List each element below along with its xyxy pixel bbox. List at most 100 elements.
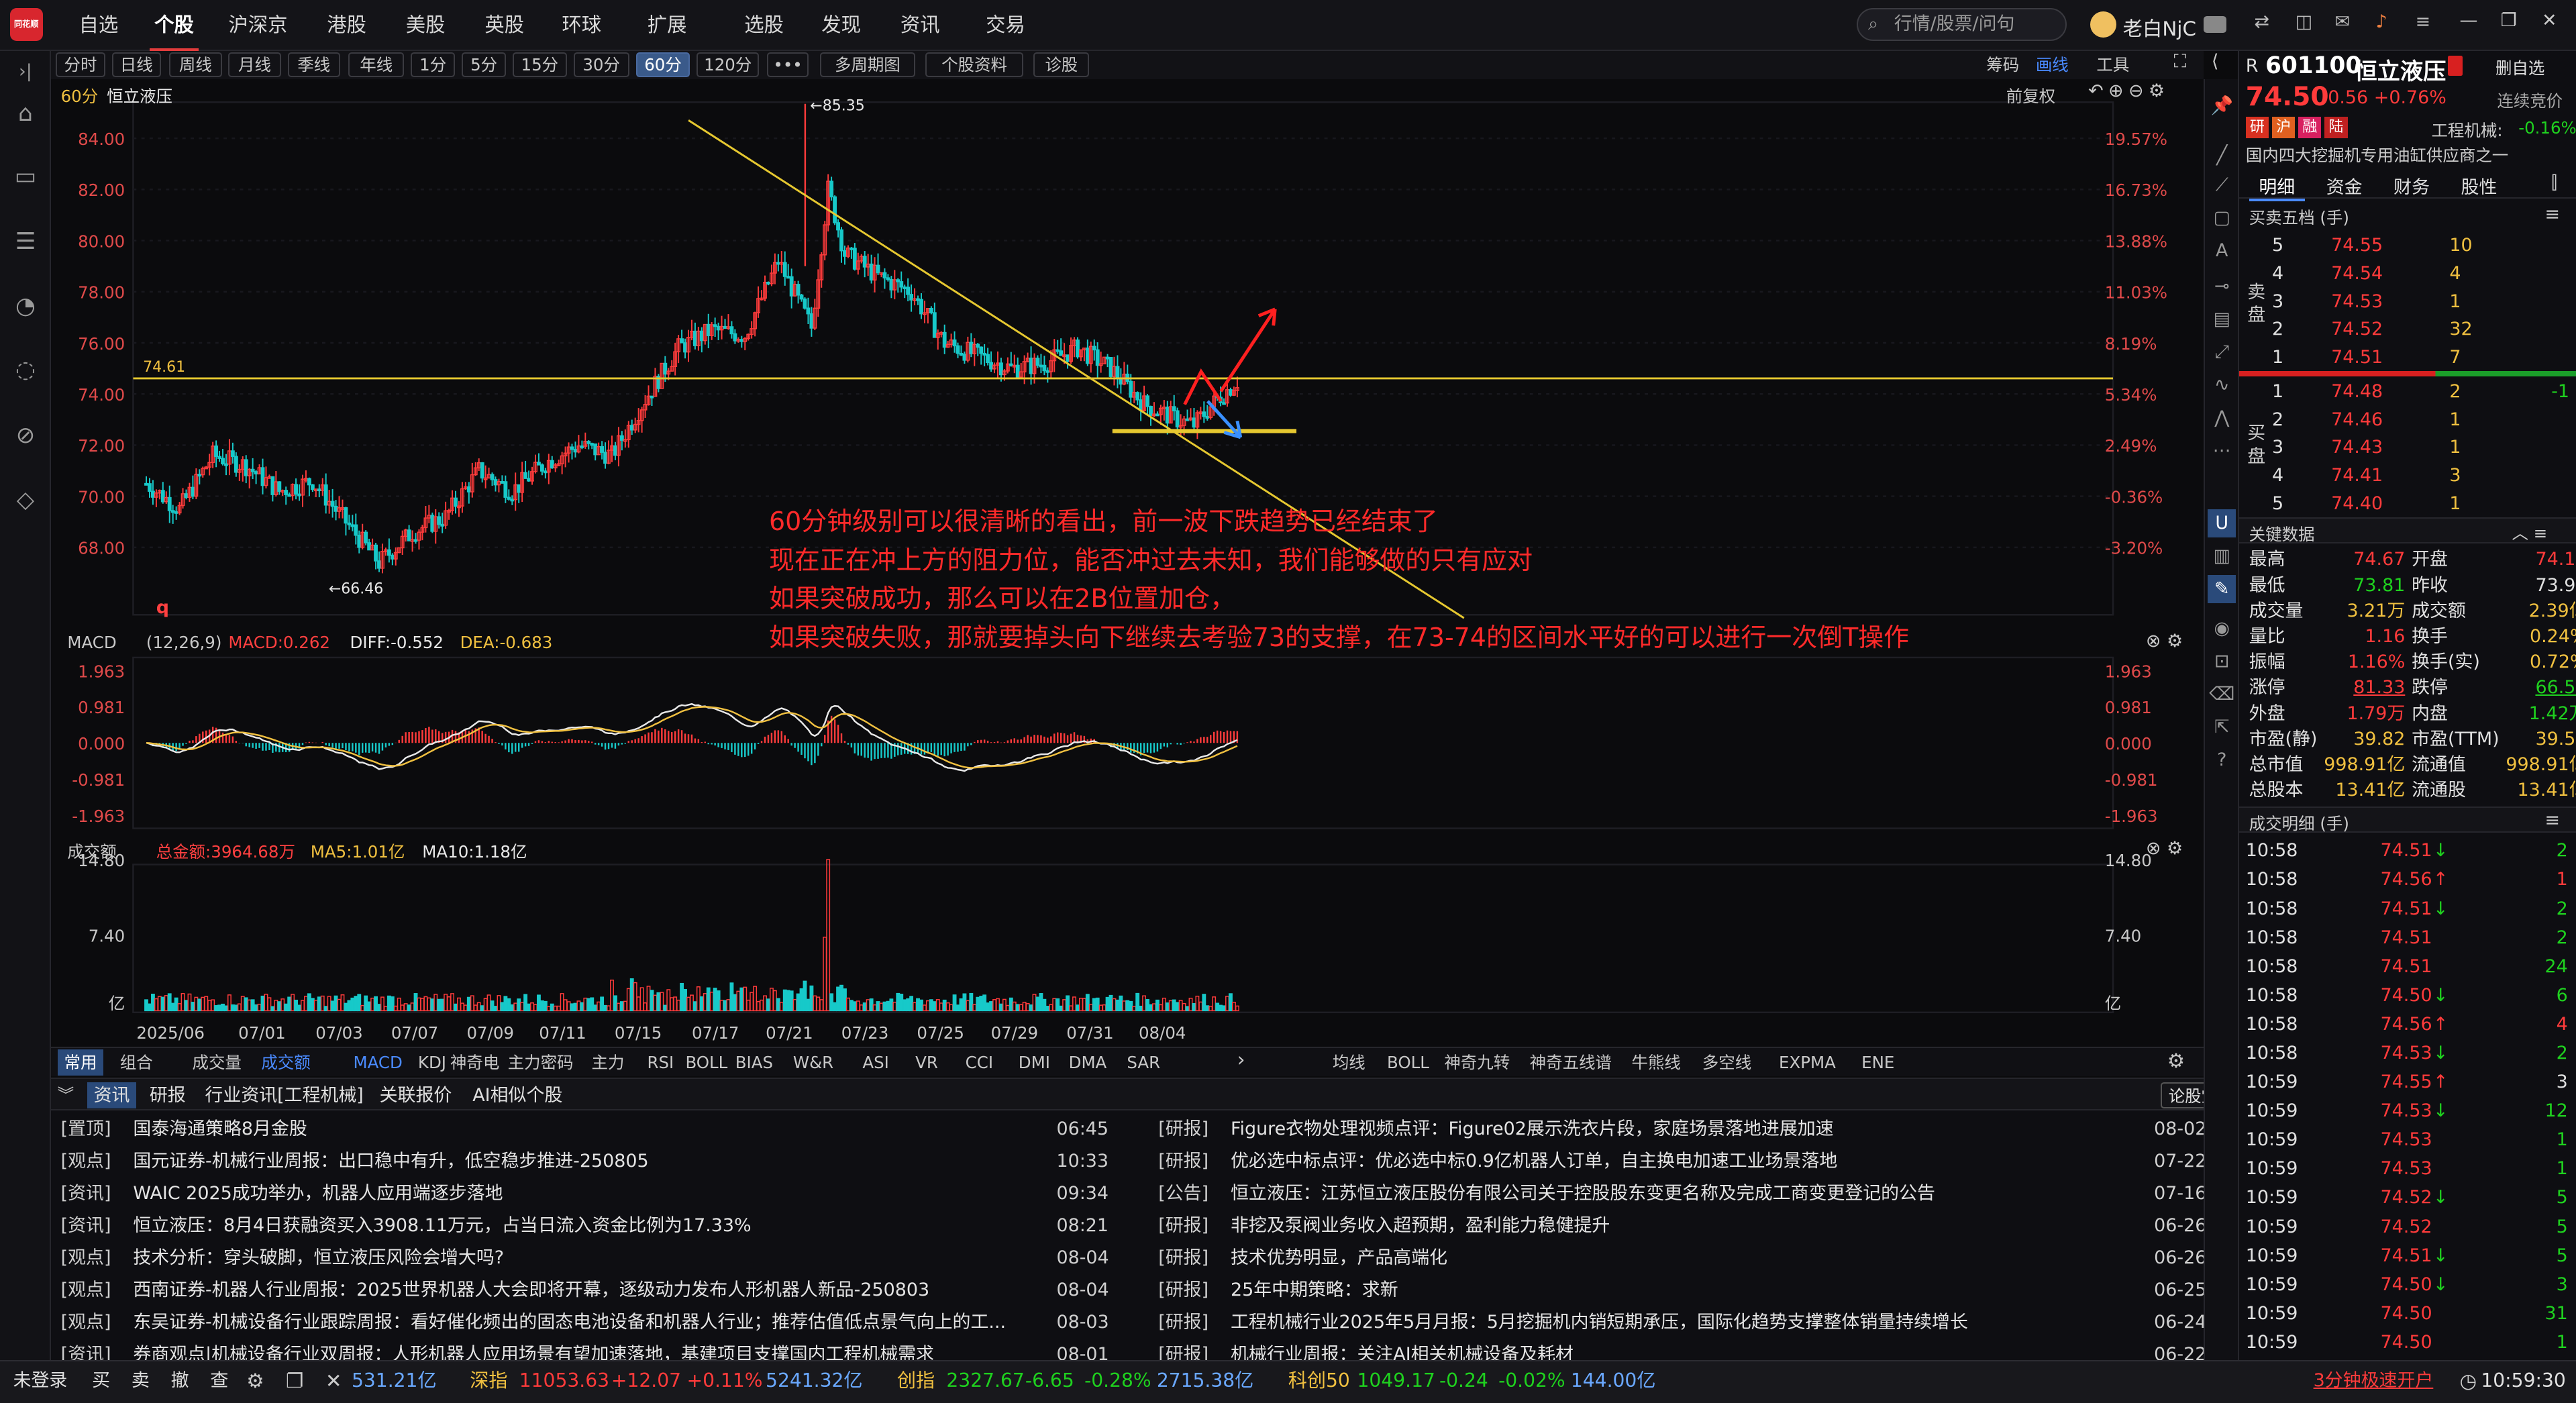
news-title[interactable]: 25年中期策略：求新 [1231, 1275, 2151, 1306]
period-3[interactable]: 月线 [228, 52, 281, 78]
quote-tag[interactable]: 陆 [2324, 116, 2348, 138]
ask-row[interactable]: 4 74.54 4 [2272, 260, 2575, 288]
nav-10[interactable]: 资讯 [895, 0, 944, 51]
quote-tab-0[interactable]: 明细 [2249, 172, 2305, 202]
adjust-button[interactable]: 前复权 [2006, 84, 2055, 107]
news-title[interactable]: 恒立液压：江苏恒立液压股份有限公司关于控股股东变更名称及完成工商变更登记的公告 [1231, 1178, 2151, 1210]
ask-row[interactable]: 2 74.52 32 [2272, 315, 2575, 344]
layers-icon[interactable]: ▥ [2208, 542, 2236, 570]
nav-6[interactable]: 环球 [557, 0, 606, 51]
overlay-tab-5[interactable]: 多空线 [1696, 1049, 1758, 1076]
bid-row[interactable]: 4 74.41 3 [2272, 462, 2575, 490]
news-collapse-icon[interactable]: ︾ [58, 1082, 74, 1106]
trades-list[interactable]: 10:58 74.51 ↓ 2 10:58 74.56 ↑ 1 10:58 74.51 ↓ 2 10:5… [2246, 836, 2575, 1355]
draw-button[interactable]: 画线 [2036, 52, 2069, 76]
news-item[interactable]: [公告] 恒立液压：江苏恒立液压股份有限公司关于控股股东变更名称及完成工商变更登记… [1149, 1178, 2233, 1210]
indicator-tab-2[interactable]: MACD [348, 1049, 407, 1076]
overlay-tab-4[interactable]: 牛熊线 [1627, 1049, 1686, 1076]
news-tab-0[interactable]: 资讯 [87, 1082, 137, 1109]
overlay-tab-1[interactable]: BOLL [1384, 1049, 1433, 1076]
overlay-tab-7[interactable]: ENE [1855, 1049, 1901, 1076]
keydata-collapse-icon[interactable]: ︿ ≡ [2512, 521, 2547, 544]
nav-5[interactable]: 英股 [480, 0, 529, 51]
indicator-tab-11[interactable]: ASI [853, 1049, 899, 1076]
channel-tool-icon[interactable]: ⊸ [2208, 272, 2236, 301]
news-item[interactable]: [研报] 优必选中标点评：优必选中标0.9亿机器人订单，自主换电加速工业场景落地 0… [1149, 1146, 2233, 1178]
nav-1[interactable]: 个股 [149, 0, 199, 51]
period-12[interactable]: ••• [767, 52, 809, 78]
quote-tab-3[interactable]: 股性 [2451, 172, 2507, 199]
period-5[interactable]: 年线 [348, 52, 405, 78]
period-11[interactable]: 120分 [697, 52, 760, 78]
bid-row[interactable]: 3 74.43 1 [2272, 433, 2575, 462]
news-item[interactable]: [观点] 技术分析：穿头破脚，恒立液压风险会增大吗? 08-04 [51, 1243, 1135, 1274]
nav-8[interactable]: 选股 [739, 0, 788, 51]
news-item[interactable]: [研报] 25年中期策略：求新 06-25 [1149, 1275, 2233, 1306]
app-logo[interactable]: 同花顺 [9, 8, 43, 42]
trade-button-2[interactable]: 撤 [171, 1361, 189, 1401]
news-title[interactable]: 非挖及泵阀业务收入超预期，盈利能力稳健提升 [1231, 1210, 2151, 1242]
indicator-tab-3[interactable]: KDJ [415, 1049, 448, 1076]
indicator-tab-1[interactable]: 成交额 [255, 1049, 317, 1076]
indicator-tab-4[interactable]: 神奇电波 [448, 1049, 501, 1098]
quote-tab-2[interactable]: 财务 [2383, 172, 2439, 199]
document-icon[interactable]: ☰ [8, 225, 42, 259]
magnet-icon[interactable]: U [2208, 509, 2236, 537]
period-9[interactable]: 30分 [573, 52, 629, 78]
orderbook-menu-icon[interactable]: ≡ [2544, 204, 2560, 225]
chart-controls[interactable]: ↶⊕⊖⚙ [2088, 81, 2169, 101]
news-tab-1[interactable]: 研报 [143, 1082, 192, 1108]
news-item[interactable]: [研报] 工程机械行业2025年5月月报：5月挖掘机内销短期承压，国际化趋势支撑整… [1149, 1307, 2233, 1339]
text-tool-icon[interactable]: A [2208, 237, 2236, 265]
period-14[interactable]: 个股资料 [925, 52, 1024, 78]
bid-row[interactable]: 2 74.46 1 [2272, 406, 2575, 434]
username[interactable]: 老白NjC [2123, 13, 2196, 42]
message-icon[interactable]: ⇄ [2254, 11, 2269, 32]
bell-icon[interactable]: ♪ [2376, 11, 2387, 32]
bid-row[interactable]: 5 74.40 1 [2272, 490, 2575, 518]
quote-tag[interactable]: 融 [2298, 116, 2322, 138]
maximize-icon[interactable]: ❐ [2501, 10, 2517, 31]
news-title[interactable]: WAIC 2025成功举办，机器人应用端逐步落地 [133, 1178, 1053, 1210]
indicator-tab-6[interactable]: 主力 [585, 1049, 631, 1076]
quote-tab-more-icon[interactable]: ⫿ [2551, 172, 2557, 194]
nav-2[interactable]: 沪深京 [225, 0, 291, 51]
indicator-tab-10[interactable]: W&R [787, 1049, 839, 1076]
search-input[interactable]: 行情/股票/问句 [1856, 8, 2067, 42]
period-13[interactable]: 多周期图 [819, 52, 915, 78]
monitor-icon[interactable]: ▭ [8, 160, 42, 194]
news-item[interactable]: [置顶] 国泰海通策略8月金股 06:45 [51, 1114, 1135, 1145]
overlay-tab-6[interactable]: EXPMA [1768, 1049, 1847, 1076]
news-tab-4[interactable]: AI相似个股 [466, 1082, 568, 1108]
news-title[interactable]: 西南证券-机器人行业周报：2025世界机器人大会即将开幕，逐级动力发布人形机器人… [133, 1275, 1053, 1306]
news-item[interactable]: [资讯] 恒立液压：8月4日获融资买入3908.11万元，占当日流入资金比例为17… [51, 1210, 1135, 1242]
overlay-tab-2[interactable]: 神奇九转 [1439, 1049, 1515, 1076]
avatar[interactable] [2090, 11, 2116, 38]
period-1[interactable]: 日线 [111, 52, 161, 78]
fullscreen-icon[interactable]: ⛶ [2173, 51, 2186, 72]
eye-icon[interactable]: ◉ [2208, 615, 2236, 643]
shirt-icon[interactable]: ◫ [2296, 11, 2312, 32]
nav-9[interactable]: 发现 [817, 0, 866, 51]
ask-row[interactable]: 5 74.55 10 [2272, 231, 2575, 260]
period-8[interactable]: 15分 [512, 52, 567, 78]
indicator-tab-5[interactable]: 主力密码 [505, 1049, 577, 1076]
bid-row[interactable]: 1 74.48 2 -1 [2272, 378, 2575, 406]
tabs-next-icon[interactable]: › [1237, 1048, 1245, 1071]
news-title[interactable]: 技术分析：穿头破脚，恒立液压风险会增大吗? [133, 1243, 1053, 1274]
period-10[interactable]: 60分 [635, 52, 690, 78]
tools-button[interactable]: 工具 [2096, 52, 2129, 76]
period-4[interactable]: 季线 [287, 52, 340, 78]
period-15[interactable]: 诊股 [1033, 52, 1090, 78]
quote-tab-1[interactable]: 资金 [2316, 172, 2372, 199]
mail-icon[interactable]: ✉ [2334, 11, 2350, 32]
diamond-icon[interactable]: ◇ [8, 483, 42, 517]
delete-icon[interactable]: ⌫ [2208, 680, 2236, 709]
overlay-tab-3[interactable]: 神奇五线谱 [1523, 1049, 1618, 1076]
menu-icon[interactable]: ≡ [2415, 11, 2430, 32]
volume-close-icon[interactable]: ⊗ ⚙ [2146, 838, 2183, 859]
news-tab-3[interactable]: 关联报价 [373, 1082, 458, 1108]
news-title[interactable]: Figure衣物处理视频点评：Figure02展示洗衣片段，家庭场景落地进展加速 [1231, 1114, 2151, 1145]
news-title[interactable]: 东吴证券-机械设备行业跟踪周报：看好催化频出的固态电池设备和机器人行业；推荐估值… [133, 1307, 1053, 1339]
gear-icon[interactable]: ⚙ [246, 1361, 264, 1401]
